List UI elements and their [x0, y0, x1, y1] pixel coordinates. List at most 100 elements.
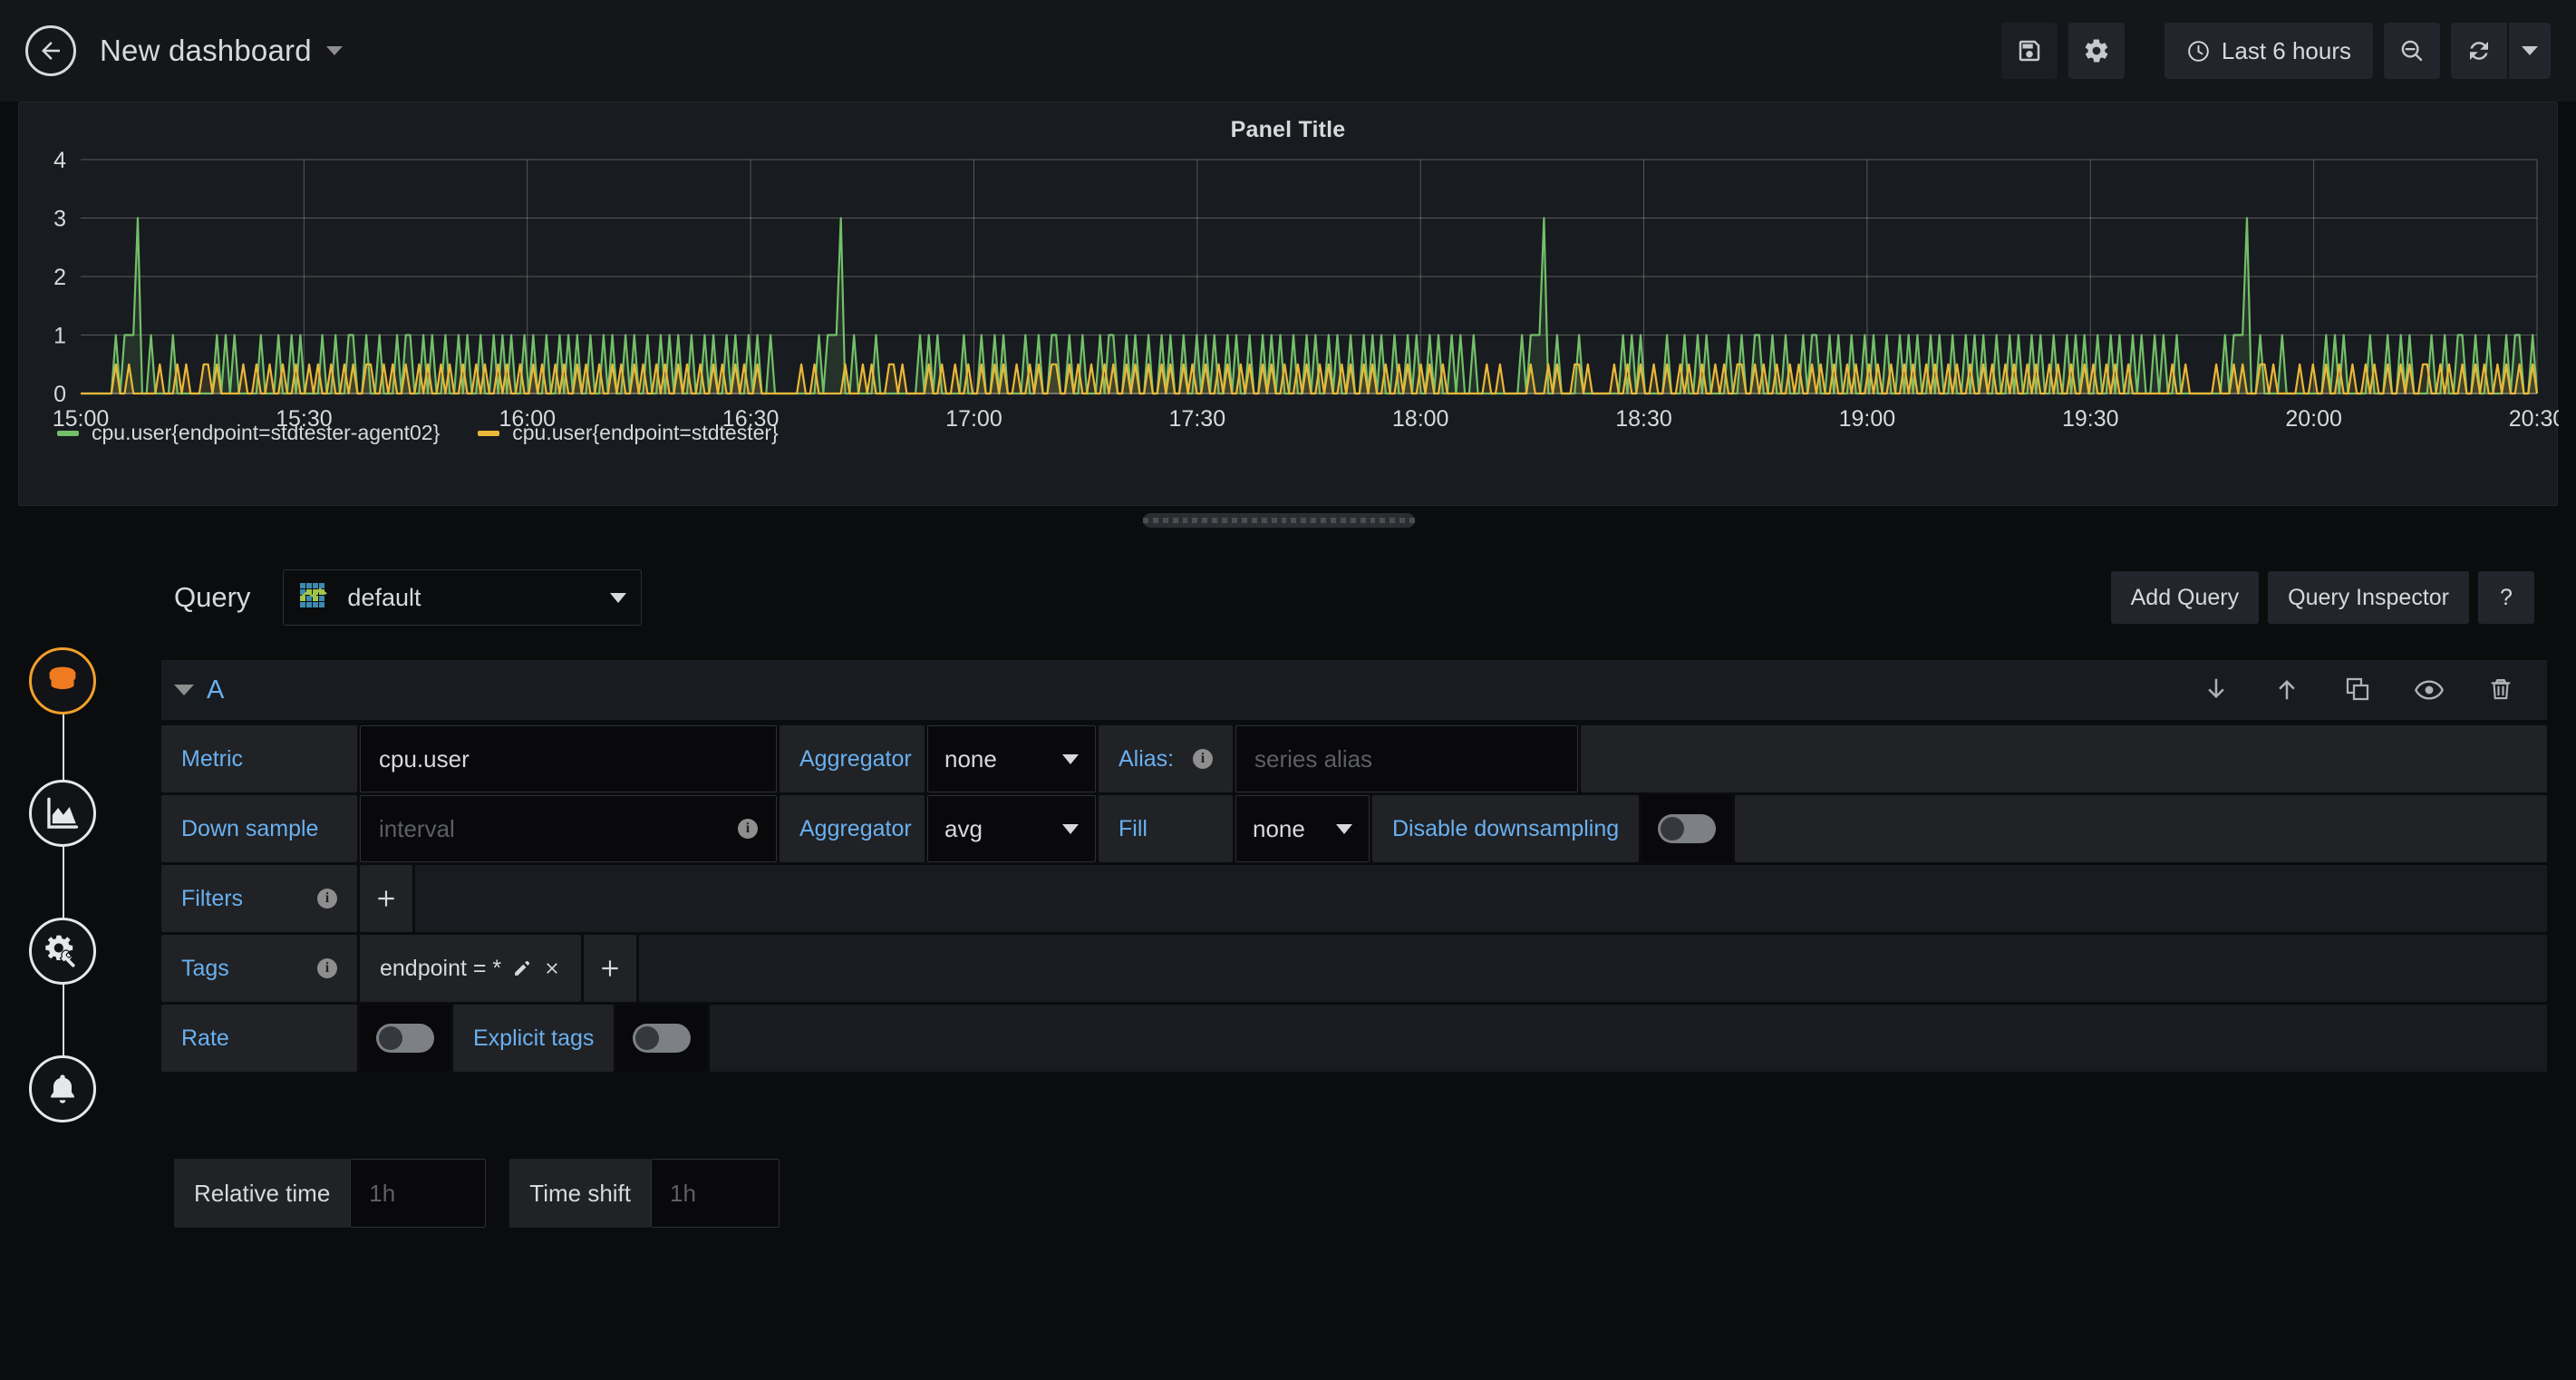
query-header-actions: Add Query Query Inspector ?	[2111, 571, 2534, 624]
info-icon[interactable]: i	[317, 958, 337, 978]
move-query-down-button[interactable]	[2203, 675, 2230, 705]
rate-toggle[interactable]	[376, 1024, 434, 1053]
metric-input[interactable]: cpu.user	[360, 725, 777, 792]
alias-input[interactable]: series alias	[1235, 725, 1578, 792]
filters-row-filler	[415, 865, 2547, 932]
svg-text:1: 1	[53, 324, 66, 349]
disable-downsampling-toggle[interactable]	[1658, 814, 1716, 843]
aggregator-select[interactable]: none	[927, 725, 1096, 792]
sidebar-item-general[interactable]	[29, 918, 96, 985]
collapse-chevron-down-icon[interactable]	[174, 685, 194, 695]
rate-row: Rate Explicit tags	[161, 1005, 2547, 1072]
arrow-down-icon	[2203, 675, 2230, 703]
add-tag-button[interactable]	[584, 935, 636, 1002]
grip-dot-icon	[1143, 518, 1148, 523]
graph-icon	[44, 794, 82, 832]
plus-icon	[374, 887, 398, 910]
info-icon[interactable]: i	[317, 889, 337, 909]
svg-text:0: 0	[53, 382, 66, 407]
save-dashboard-button[interactable]	[2001, 23, 2058, 79]
query-ref-id[interactable]: A	[207, 675, 224, 705]
svg-text:19:30: 19:30	[2062, 406, 2119, 432]
dashboard-title[interactable]: New dashboard	[100, 34, 312, 68]
fill-value: none	[1253, 815, 1305, 843]
refresh-interval-dropdown[interactable]	[2509, 23, 2551, 79]
datasource-picker[interactable]: default	[283, 569, 642, 626]
svg-text:15:00: 15:00	[53, 406, 110, 432]
fill-select[interactable]: none	[1235, 795, 1370, 862]
back-button[interactable]	[25, 25, 76, 76]
grip-dot-icon	[1202, 518, 1207, 523]
sidebar-item-visualization[interactable]	[29, 780, 96, 847]
relative-time-placeholder: 1h	[369, 1180, 395, 1208]
dashboard-settings-button[interactable]	[2068, 23, 2125, 79]
explicit-tags-label: Explicit tags	[453, 1005, 614, 1072]
close-icon[interactable]	[543, 959, 561, 977]
time-range-picker[interactable]: Last 6 hours	[2164, 23, 2373, 79]
downsample-aggregator-value: avg	[944, 815, 983, 843]
aggregator-label: Aggregator	[780, 725, 925, 792]
info-icon[interactable]: i	[1193, 749, 1213, 769]
svg-text:16:30: 16:30	[722, 406, 780, 432]
explicit-tags-toggle[interactable]	[633, 1024, 691, 1053]
grip-dot-icon	[1341, 518, 1346, 523]
gear-wrench-icon	[44, 932, 82, 970]
relative-time-input[interactable]: 1h	[350, 1159, 486, 1228]
svg-text:17:30: 17:30	[1169, 406, 1226, 432]
chevron-down-icon	[2522, 46, 2538, 55]
panel-resize-handle[interactable]	[1143, 513, 1415, 528]
grip-dot-icon	[1232, 518, 1237, 523]
grip-dot-icon	[1262, 518, 1267, 523]
duplicate-query-button[interactable]	[2344, 675, 2371, 705]
dashboard-title-chevron-down-icon[interactable]	[326, 46, 343, 55]
pencil-icon[interactable]	[512, 958, 532, 978]
toggle-query-visibility-button[interactable]	[2415, 675, 2444, 705]
eye-icon	[2415, 675, 2444, 705]
add-filter-button[interactable]	[360, 865, 412, 932]
zoom-out-button[interactable]	[2384, 23, 2440, 79]
add-query-button[interactable]: Add Query	[2111, 571, 2260, 624]
metric-row-filler	[1581, 725, 2547, 792]
arrow-up-icon	[2273, 675, 2300, 703]
sidebar-item-datasource[interactable]	[29, 647, 96, 714]
refresh-button[interactable]	[2451, 23, 2507, 79]
relative-time-label: Relative time	[174, 1159, 350, 1228]
query-editor-header: Query default	[161, 548, 2547, 647]
filters-label: Filters	[181, 886, 243, 912]
panel-title[interactable]: Panel Title	[19, 102, 2557, 143]
grip-dot-icon	[1291, 518, 1296, 523]
query-inspector-button[interactable]: Query Inspector	[2268, 571, 2469, 624]
downsample-interval-input[interactable]: interval i	[360, 795, 777, 862]
grip-dot-icon	[1370, 518, 1376, 523]
grip-dot-icon	[1212, 518, 1217, 523]
zoom-out-icon	[2398, 37, 2426, 64]
tag-chip[interactable]: endpoint = *	[360, 935, 581, 1002]
time-shift-input[interactable]: 1h	[651, 1159, 780, 1228]
grip-dot-icon	[1222, 518, 1227, 523]
time-shift-label: Time shift	[509, 1159, 651, 1228]
alias-label: Alias:	[1119, 746, 1174, 773]
query-help-button[interactable]: ?	[2478, 571, 2534, 624]
move-query-up-button[interactable]	[2273, 675, 2300, 705]
grip-dot-icon	[1380, 518, 1385, 523]
chevron-down-icon	[1336, 824, 1352, 834]
downsample-label: Down sample	[161, 795, 357, 862]
duplicate-icon	[2344, 675, 2371, 703]
downsample-aggregator-select[interactable]: avg	[927, 795, 1096, 862]
opentsdb-icon	[298, 581, 331, 614]
time-options-row: Relative time 1h Time shift 1h	[174, 1159, 803, 1228]
rate-toggle-cell	[360, 1005, 450, 1072]
grip-dot-icon	[1409, 518, 1415, 523]
graph-canvas[interactable]: 0123415:0015:3016:0016:3017:0017:3018:00…	[19, 143, 2559, 442]
grip-dot-icon	[1351, 518, 1356, 523]
downsample-row-filler	[1735, 795, 2547, 862]
sidebar-item-alert[interactable]	[29, 1055, 96, 1122]
info-icon[interactable]: i	[738, 819, 758, 839]
tags-label: Tags	[181, 956, 229, 982]
remove-query-button[interactable]	[2487, 675, 2514, 705]
navbar-actions: Last 6 hours	[2001, 23, 2551, 79]
grip-dot-icon	[1242, 518, 1247, 523]
filters-label-cell: Filters i	[161, 865, 357, 932]
grip-dot-icon	[1163, 518, 1168, 523]
explicit-tags-toggle-cell	[616, 1005, 707, 1072]
